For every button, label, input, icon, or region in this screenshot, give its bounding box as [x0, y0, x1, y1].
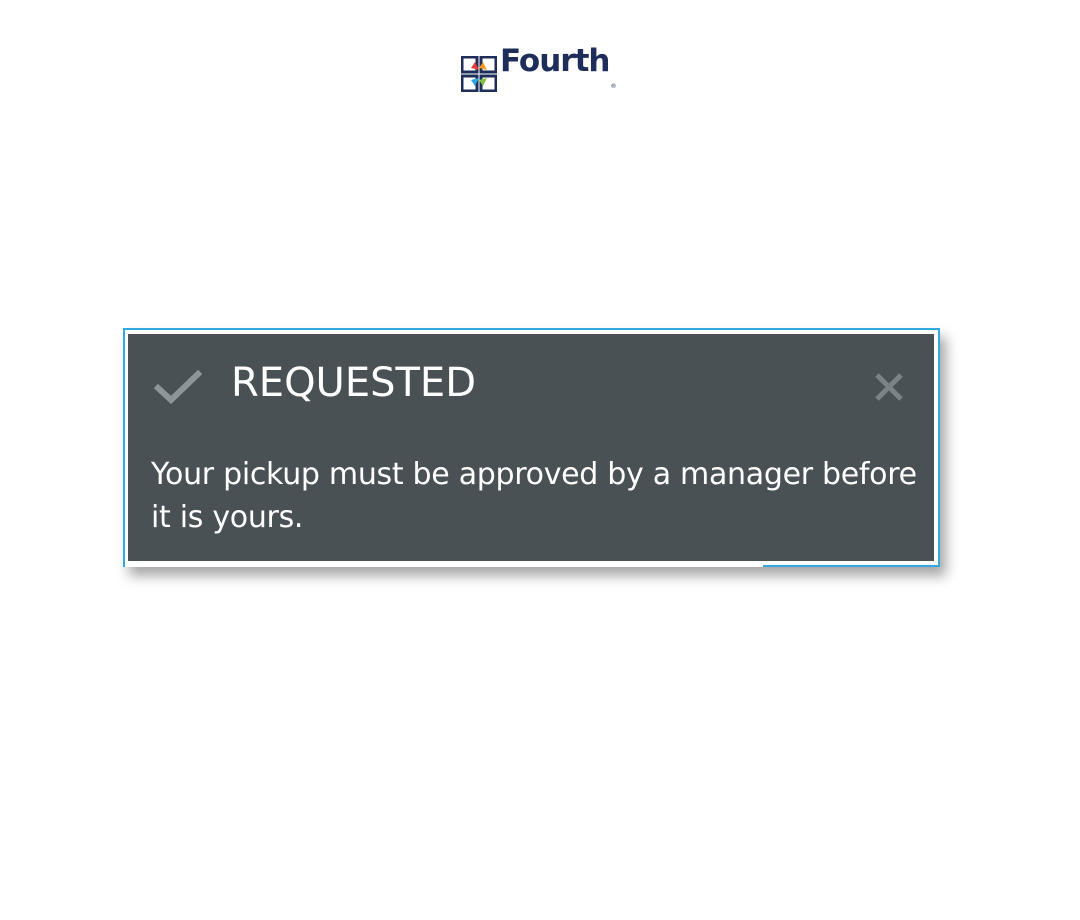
brand-logo: Fourth ®	[461, 43, 616, 93]
toast-message: Your pickup must be approved by a manage…	[151, 457, 917, 535]
logo-wordmark-text: Fourth	[500, 43, 610, 79]
logo-wordmark: Fourth ®	[500, 42, 616, 106]
close-icon[interactable]	[872, 370, 906, 404]
toast-progress-strip	[125, 564, 763, 567]
fourth-logo-mark-icon	[461, 56, 497, 92]
notification-frame: REQUESTED Your pickup must be approved b…	[123, 328, 940, 567]
logo-registered-mark: ®	[610, 83, 617, 90]
requested-toast: REQUESTED Your pickup must be approved b…	[128, 334, 934, 561]
checkmark-icon	[154, 370, 202, 404]
toast-title: REQUESTED	[231, 360, 476, 406]
